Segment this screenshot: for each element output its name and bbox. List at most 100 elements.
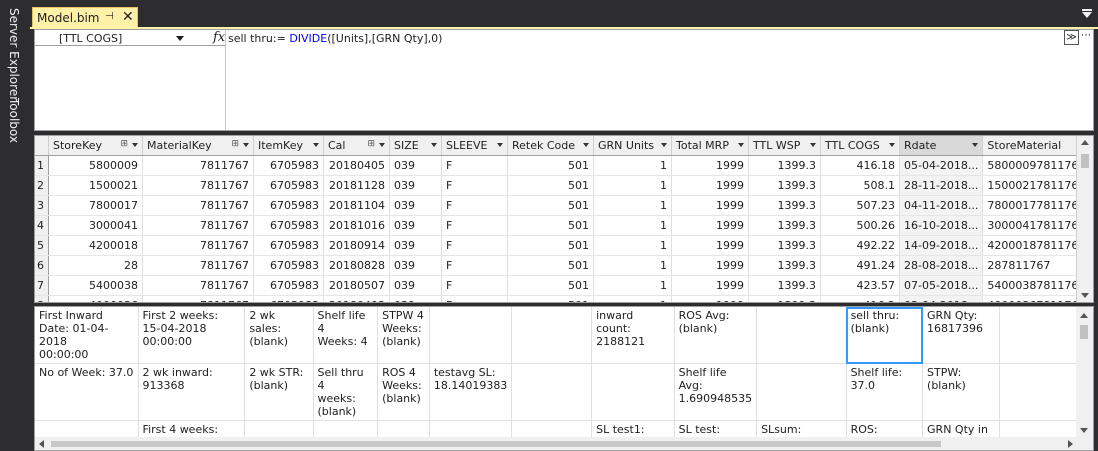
table-cell[interactable]: 1399.3 [748,295,821,302]
table-row[interactable]: 6 28 7811767 6705983 20180828 039 F 501 1 1999 139… [35,255,1091,276]
table-cell[interactable]: 28 [48,255,143,276]
table-cell[interactable]: 54000387811767 [982,275,1091,296]
table-cell[interactable]: 039 [389,275,442,296]
table-cell[interactable]: 500.26 [820,215,900,236]
table-cell[interactable]: 20180405 [323,155,390,176]
table-cell[interactable]: 491.24 [820,255,900,276]
table-cell[interactable]: 40000367811767 [982,295,1091,302]
table-cell[interactable]: F [441,155,508,176]
formula-input[interactable]: sell thru:= DIVIDE([Units],[GRN Qty],0) [228,32,442,45]
measure-vertical-scrollbar[interactable] [1076,307,1093,437]
table-cell[interactable]: 1 [593,195,672,216]
table-row[interactable]: 4 3000041 7811767 6705983 20181016 039 F 501 1 19… [35,215,1091,236]
table-cell[interactable]: 20180507 [323,275,390,296]
table-cell[interactable]: 6705983 [253,215,324,236]
column-header[interactable]: TTL COGS [820,136,900,156]
table-cell[interactable]: 039 [389,195,442,216]
table-cell[interactable]: 15000217811767 [982,175,1091,196]
grid-vertical-scrollbar[interactable] [1076,136,1093,302]
table-cell[interactable]: 7800017 [48,195,143,216]
table-cell[interactable]: F [441,275,508,296]
table-cell[interactable]: 039 [389,255,442,276]
table-cell[interactable]: 039 [389,235,442,256]
measure-cell[interactable]: 2 wk inward: 913368 [138,363,246,421]
table-cell[interactable]: 7811767 [142,295,254,302]
table-row[interactable]: 2 1500021 7811767 6705983 20181128 039 F 501 1 19… [35,175,1091,196]
table-cell[interactable]: 508.1 [820,175,900,196]
scroll-thumb[interactable] [1081,154,1089,168]
scroll-up-icon[interactable] [1081,140,1089,145]
column-header[interactable]: Retek Code [507,136,594,156]
chevron-down-icon[interactable] [243,143,249,147]
table-cell[interactable]: 14-09-2018... [899,235,984,256]
row-header[interactable]: 7 [35,275,49,296]
table-cell[interactable]: 6705983 [253,295,324,302]
table-cell[interactable]: 423.57 [820,275,900,296]
measure-cell[interactable]: GRN Qty: 16817396 [922,307,1001,364]
measure-cell[interactable]: testavg SL: 18.14019383 [429,363,513,421]
column-header[interactable]: StoreMaterial [982,136,1091,156]
table-cell[interactable]: 3000041 [48,215,143,236]
table-cell[interactable]: 1999 [671,255,749,276]
toolbox-tab[interactable]: Toolbox [7,98,21,143]
row-header[interactable]: 4 [35,215,49,236]
chevron-down-icon[interactable] [497,143,503,147]
table-cell[interactable]: 1399.3 [748,275,821,296]
measure-cell[interactable]: Shelf life 4 Weeks: 4 [313,307,379,364]
table-cell[interactable]: 20180403 [323,295,390,302]
table-cell[interactable]: 7811767 [142,155,254,176]
measure-cell[interactable] [591,363,675,421]
table-cell[interactable]: 287811767 [982,255,1091,276]
table-cell[interactable]: 6705983 [253,195,324,216]
column-header[interactable]: MaterialKey ⊞ [142,136,254,156]
column-header[interactable]: ItemKey [253,136,324,156]
measure-cell[interactable]: 2 wk sales: (blank) [244,307,314,364]
table-cell[interactable]: 1 [593,155,672,176]
chevron-down-icon[interactable] [313,143,319,147]
table-cell[interactable]: 1399.3 [748,175,821,196]
table-cell[interactable]: 501 [507,155,594,176]
table-cell[interactable]: 1 [593,255,672,276]
table-cell[interactable]: 20180914 [323,235,390,256]
row-header[interactable]: 5 [35,235,49,256]
table-cell[interactable]: 1399.3 [748,255,821,276]
table-cell[interactable]: 039 [389,175,442,196]
table-cell[interactable]: 492.22 [820,235,900,256]
row-header[interactable]: 6 [35,255,49,276]
table-cell[interactable]: 7811767 [142,275,254,296]
row-header[interactable]: 1 [35,155,49,176]
table-cell[interactable]: 1999 [671,195,749,216]
table-cell[interactable]: 6705983 [253,175,324,196]
horizontal-scrollbar[interactable] [35,437,1093,450]
measure-cell[interactable] [511,363,593,421]
table-cell[interactable]: 5400038 [48,275,143,296]
measure-cell[interactable]: inward count: 2188121 [591,307,675,364]
measure-cell[interactable] [756,363,847,421]
table-cell[interactable]: F [441,175,508,196]
table-row[interactable]: 5 4200018 7811767 6705983 20180914 039 F 501 1 19… [35,235,1091,256]
scroll-thumb[interactable] [1080,325,1088,339]
table-cell[interactable]: 501 [507,195,594,216]
chevron-down-icon[interactable] [972,143,979,147]
table-cell[interactable]: 1 [593,295,672,302]
table-cell[interactable]: F [441,295,508,302]
table-cell[interactable]: 28-08-2018... [899,255,984,276]
table-cell[interactable]: 20181016 [323,215,390,236]
table-cell[interactable]: 1399.3 [748,235,821,256]
table-cell[interactable]: 7811767 [142,175,254,196]
table-cell[interactable]: 1399.3 [748,215,821,236]
more-options-icon[interactable]: ⋯ [1080,30,1092,45]
table-cell[interactable]: 501 [507,295,594,302]
table-cell[interactable]: 501 [507,215,594,236]
table-cell[interactable]: 501 [507,255,594,276]
column-header[interactable]: SLEEVE [441,136,508,156]
table-cell[interactable]: 416.18 [820,155,900,176]
table-cell[interactable]: 20180828 [323,255,390,276]
measure-cell[interactable]: ROS 4 Weeks: (blank) [377,363,430,421]
table-cell[interactable]: 05-04-2018... [899,155,984,176]
scroll-thumb[interactable] [51,441,941,447]
table-cell[interactable]: 28-11-2018... [899,175,984,196]
column-header[interactable]: SIZE [389,136,442,156]
table-cell[interactable]: 20181128 [323,175,390,196]
table-cell[interactable]: 501 [507,175,594,196]
